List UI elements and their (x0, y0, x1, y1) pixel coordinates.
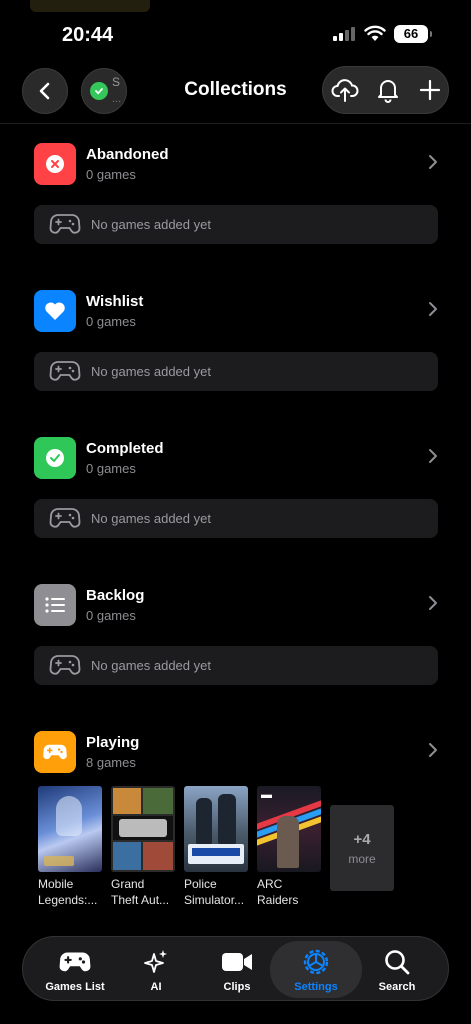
collection-count: 8 games (86, 755, 136, 770)
tab-settings[interactable]: Settings (270, 941, 362, 998)
tab-ai[interactable]: AI (110, 941, 202, 998)
playing-games-row: Mobile Legends:... Grand Theft Aut... Po… (38, 786, 458, 916)
tab-label: Search (378, 981, 416, 993)
game-title-line2: Legends:... (38, 893, 98, 907)
collection-wishlist: Wishlist 0 games No games added yet (34, 290, 438, 391)
gamepad-icon (34, 731, 76, 773)
more-count: +4 (353, 831, 371, 848)
collection-count: 0 games (86, 167, 136, 182)
empty-text: No games added yet (91, 217, 211, 232)
empty-collection-placeholder: No games added yet (34, 499, 438, 538)
chevron-right-icon (429, 155, 437, 169)
tab-label: AI (150, 981, 162, 993)
game-title: ARC (257, 877, 283, 891)
game-title: Grand (111, 877, 145, 891)
chevron-right-icon (429, 596, 437, 610)
gear-icon (270, 947, 362, 977)
collection-header-backlog[interactable]: Backlog 0 games (34, 584, 438, 632)
x-circle-icon (34, 143, 76, 185)
header-actions-group (322, 66, 449, 114)
list-icon (34, 584, 76, 626)
collection-count: 0 games (86, 461, 136, 476)
bottom-tab-bar: Games List AI Clips Settings Search (22, 936, 449, 1001)
collection-name: Wishlist (86, 293, 144, 310)
collection-header-playing[interactable]: Playing 8 games (34, 731, 438, 779)
battery-indicator: 66 (394, 25, 432, 43)
collection-backlog: Backlog 0 games No games added yet (34, 584, 438, 685)
game-card[interactable]: Grand Theft Aut... (111, 786, 177, 908)
more-games-button[interactable]: +4 more (330, 805, 394, 891)
collection-abandoned: Abandoned 0 games No games added yet (34, 143, 438, 244)
game-cover (111, 786, 175, 872)
collection-count: 0 games (86, 314, 136, 329)
status-time: 20:44 (62, 24, 114, 46)
gamepad-icon (29, 947, 121, 977)
tab-search[interactable]: Search (351, 941, 443, 998)
chevron-right-icon (429, 449, 437, 463)
collection-name: Backlog (86, 587, 145, 604)
tab-label: Games List (45, 981, 105, 993)
empty-collection-placeholder: No games added yet (34, 352, 438, 391)
collection-completed: Completed 0 games No games added yet (34, 437, 438, 538)
collection-header-completed[interactable]: Completed 0 games (34, 437, 438, 485)
more-label: more (348, 852, 376, 866)
chevron-right-icon (429, 743, 437, 757)
empty-text: No games added yet (91, 511, 211, 526)
bell-icon[interactable] (377, 77, 399, 108)
empty-collection-placeholder: No games added yet (34, 646, 438, 685)
gamepad-icon (49, 361, 81, 381)
sparkles-icon (110, 947, 202, 977)
game-card[interactable]: Police Simulator... (184, 786, 250, 908)
game-title-line2: Raiders (257, 893, 299, 907)
collection-name: Playing (86, 734, 140, 751)
game-card[interactable]: Mobile Legends:... (38, 786, 104, 908)
game-cover (184, 786, 248, 872)
cloud-upload-icon[interactable] (331, 77, 359, 108)
check-circle-icon (34, 437, 76, 479)
collection-name: Abandoned (86, 146, 169, 163)
empty-text: No games added yet (91, 658, 211, 673)
game-title: Mobile (38, 877, 74, 891)
gamepad-icon (49, 214, 81, 234)
collection-header-wishlist[interactable]: Wishlist 0 games (34, 290, 438, 338)
game-title-line2: Simulator... (184, 893, 245, 907)
cellular-signal-icon (333, 27, 357, 46)
search-icon (351, 947, 443, 977)
empty-text: No games added yet (91, 364, 211, 379)
top-navigation-bar: S ... Collections (0, 64, 471, 124)
collection-count: 0 games (86, 608, 136, 623)
game-title: Police (184, 877, 217, 891)
wifi-icon (364, 24, 386, 47)
chevron-right-icon (429, 302, 437, 316)
status-bar: 20:44 66 (0, 0, 471, 64)
game-title-line2: Theft Aut... (111, 893, 170, 907)
empty-collection-placeholder: No games added yet (34, 205, 438, 244)
game-card[interactable]: ▬ ARC Raiders (257, 786, 323, 908)
heart-icon (34, 290, 76, 332)
tab-label: Settings (294, 981, 338, 993)
collection-name: Completed (86, 440, 164, 457)
collection-playing: Playing 8 games (34, 731, 438, 779)
plus-icon[interactable] (419, 77, 441, 108)
game-cover (38, 786, 102, 872)
tab-games-list[interactable]: Games List (29, 941, 121, 998)
collection-header-abandoned[interactable]: Abandoned 0 games (34, 143, 438, 191)
game-cover: ▬ (257, 786, 321, 872)
gamepad-icon (49, 508, 81, 528)
gamepad-icon (49, 655, 81, 675)
